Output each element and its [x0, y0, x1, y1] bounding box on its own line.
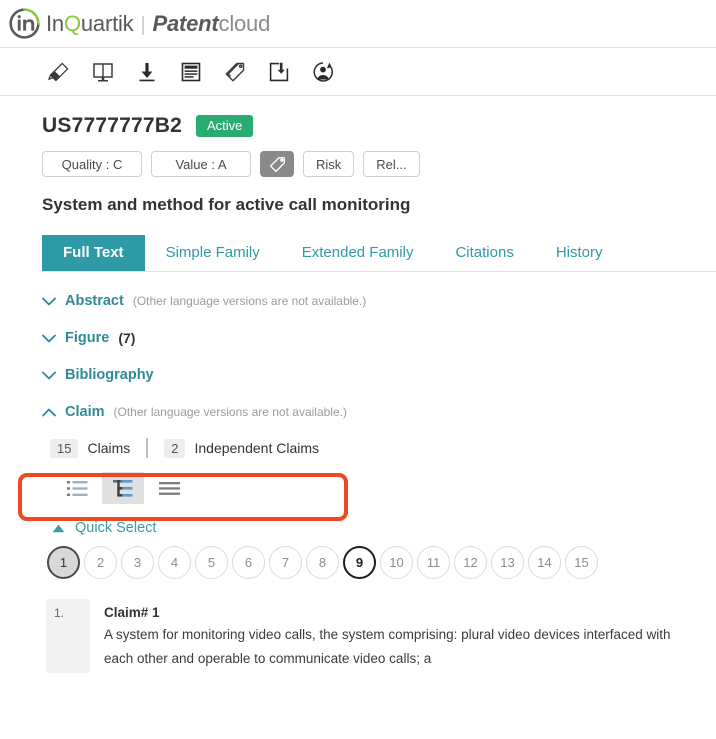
section-abstract-label: Abstract	[65, 293, 124, 309]
claim-circle-1[interactable]: 1	[47, 546, 80, 579]
value-badge[interactable]: Value : A	[151, 151, 251, 177]
claim-view-mode-group	[42, 472, 716, 504]
brand-in: In	[46, 10, 64, 36]
claim-circle-8[interactable]: 8	[306, 546, 339, 579]
tab-citations[interactable]: Citations	[434, 235, 534, 271]
tab-bar: Full Text Simple Family Extended Family …	[42, 235, 716, 272]
chevron-up-icon	[42, 408, 56, 416]
tab-extended-family[interactable]: Extended Family	[281, 235, 435, 271]
claim-circle-9[interactable]: 9	[343, 546, 376, 579]
brand-bar: In Quartik | Patent cloud	[0, 0, 716, 48]
claim-circle-13[interactable]: 13	[491, 546, 524, 579]
claim-item: 1. Claim# 1 A system for monitoring vide…	[42, 599, 716, 673]
inquartik-circle-logo-icon	[9, 8, 40, 39]
tag-button[interactable]	[222, 59, 248, 85]
tag-icon	[225, 62, 245, 81]
action-toolbar	[0, 48, 716, 96]
claim-circle-11[interactable]: 11	[417, 546, 450, 579]
section-claim[interactable]: Claim (Other language versions are not a…	[42, 404, 716, 420]
claims-total-label: Claims	[87, 440, 131, 456]
brand-product-bold: Patent	[152, 10, 219, 36]
claim-circle-4[interactable]: 4	[158, 546, 191, 579]
claim-circle-5[interactable]: 5	[195, 546, 228, 579]
section-abstract-note: (Other language versions are not availab…	[132, 294, 367, 308]
claim-circle-15[interactable]: 15	[565, 546, 598, 579]
patent-number: US7777777B2	[42, 114, 182, 137]
document-list-icon	[181, 62, 201, 81]
assignee-refresh-button[interactable]	[310, 59, 336, 85]
claim-circle-2[interactable]: 2	[84, 546, 117, 579]
tree-hierarchy-icon	[113, 479, 133, 497]
export-folder-icon	[269, 62, 289, 81]
independent-claims-label: Independent Claims	[194, 440, 320, 456]
claim-circle-14[interactable]: 14	[528, 546, 561, 579]
risk-badge[interactable]: Risk	[303, 151, 355, 177]
patent-detail-page: In Quartik | Patent cloud US7777777B2 Ac…	[0, 0, 716, 739]
quick-select-header[interactable]: Quick Select	[42, 520, 716, 536]
brand-product-light: cloud	[218, 10, 271, 36]
chevron-down-icon	[42, 371, 56, 379]
claim-circle-7[interactable]: 7	[269, 546, 302, 579]
bullet-list-view-button[interactable]	[56, 472, 98, 504]
claim-index: 1.	[46, 599, 90, 673]
brand-q: Q	[63, 10, 81, 36]
brand-wordmark: In Quartik | Patent cloud	[46, 11, 270, 37]
section-figure[interactable]: Figure (7)	[42, 330, 716, 346]
brand-logo[interactable]: In Quartik | Patent cloud	[8, 7, 270, 40]
download-icon	[139, 62, 155, 81]
user-refresh-icon	[313, 61, 334, 82]
chevron-down-icon	[42, 297, 56, 305]
section-abstract[interactable]: Abstract (Other language versions are no…	[42, 293, 716, 309]
claims-total-count: 15	[50, 438, 79, 458]
claims-divider	[146, 438, 149, 458]
compare-monitor-icon	[93, 62, 113, 81]
section-figure-count: (7)	[118, 330, 136, 346]
brand-separator: |	[140, 13, 146, 36]
tag-toggle-button[interactable]	[260, 151, 294, 177]
claim-heading: Claim# 1	[104, 605, 160, 620]
independent-claims-count: 2	[164, 438, 186, 458]
chevron-down-icon	[42, 334, 56, 342]
patent-content: US7777777B2 Active Quality : C Value : A…	[0, 114, 716, 673]
lines-list-icon	[158, 481, 180, 495]
section-figure-label: Figure	[65, 330, 110, 346]
tab-history[interactable]: History	[535, 235, 624, 271]
brand-uartik: uartik	[80, 10, 134, 36]
related-badge[interactable]: Rel...	[363, 151, 420, 177]
section-claim-note: (Other language versions are not availab…	[113, 405, 347, 419]
tab-simple-family[interactable]: Simple Family	[145, 235, 281, 271]
tab-full-text[interactable]: Full Text	[42, 235, 145, 271]
download-button[interactable]	[134, 59, 160, 85]
section-claim-label: Claim	[65, 404, 105, 420]
claim-circle-3[interactable]: 3	[121, 546, 154, 579]
claim-circle-10[interactable]: 10	[380, 546, 413, 579]
bullet-list-icon	[66, 480, 87, 496]
claim-text: A system for monitoring video calls, the…	[104, 627, 671, 666]
claim-circle-6[interactable]: 6	[232, 546, 265, 579]
triangle-up-icon	[52, 524, 65, 532]
claim-content: Claim# 1 A system for monitoring video c…	[90, 599, 690, 673]
claim-number-selector: 1 2 3 4 5 6 7 8 9 10 11 12 13 14 15	[42, 546, 716, 579]
tree-view-button[interactable]	[102, 472, 144, 504]
plain-list-view-button[interactable]	[148, 472, 190, 504]
quality-badge[interactable]: Quality : C	[42, 151, 142, 177]
document-list-button[interactable]	[178, 59, 204, 85]
page-title: System and method for active call monito…	[42, 195, 411, 214]
metric-badge-row: Quality : C Value : A Risk Rel...	[42, 151, 716, 177]
section-bibliography-label: Bibliography	[65, 367, 154, 383]
patent-number-row: US7777777B2 Active	[42, 114, 716, 138]
tag-icon	[269, 156, 285, 172]
highlighter-button[interactable]	[46, 59, 72, 85]
quick-select-label: Quick Select	[75, 520, 157, 536]
claim-circle-12[interactable]: 12	[454, 546, 487, 579]
compare-view-button[interactable]	[90, 59, 116, 85]
highlighter-icon	[48, 62, 69, 81]
status-badge: Active	[195, 115, 254, 137]
section-bibliography[interactable]: Bibliography	[42, 367, 716, 383]
claims-summary: 15 Claims 2 Independent Claims	[42, 438, 716, 458]
export-folder-button[interactable]	[266, 59, 292, 85]
